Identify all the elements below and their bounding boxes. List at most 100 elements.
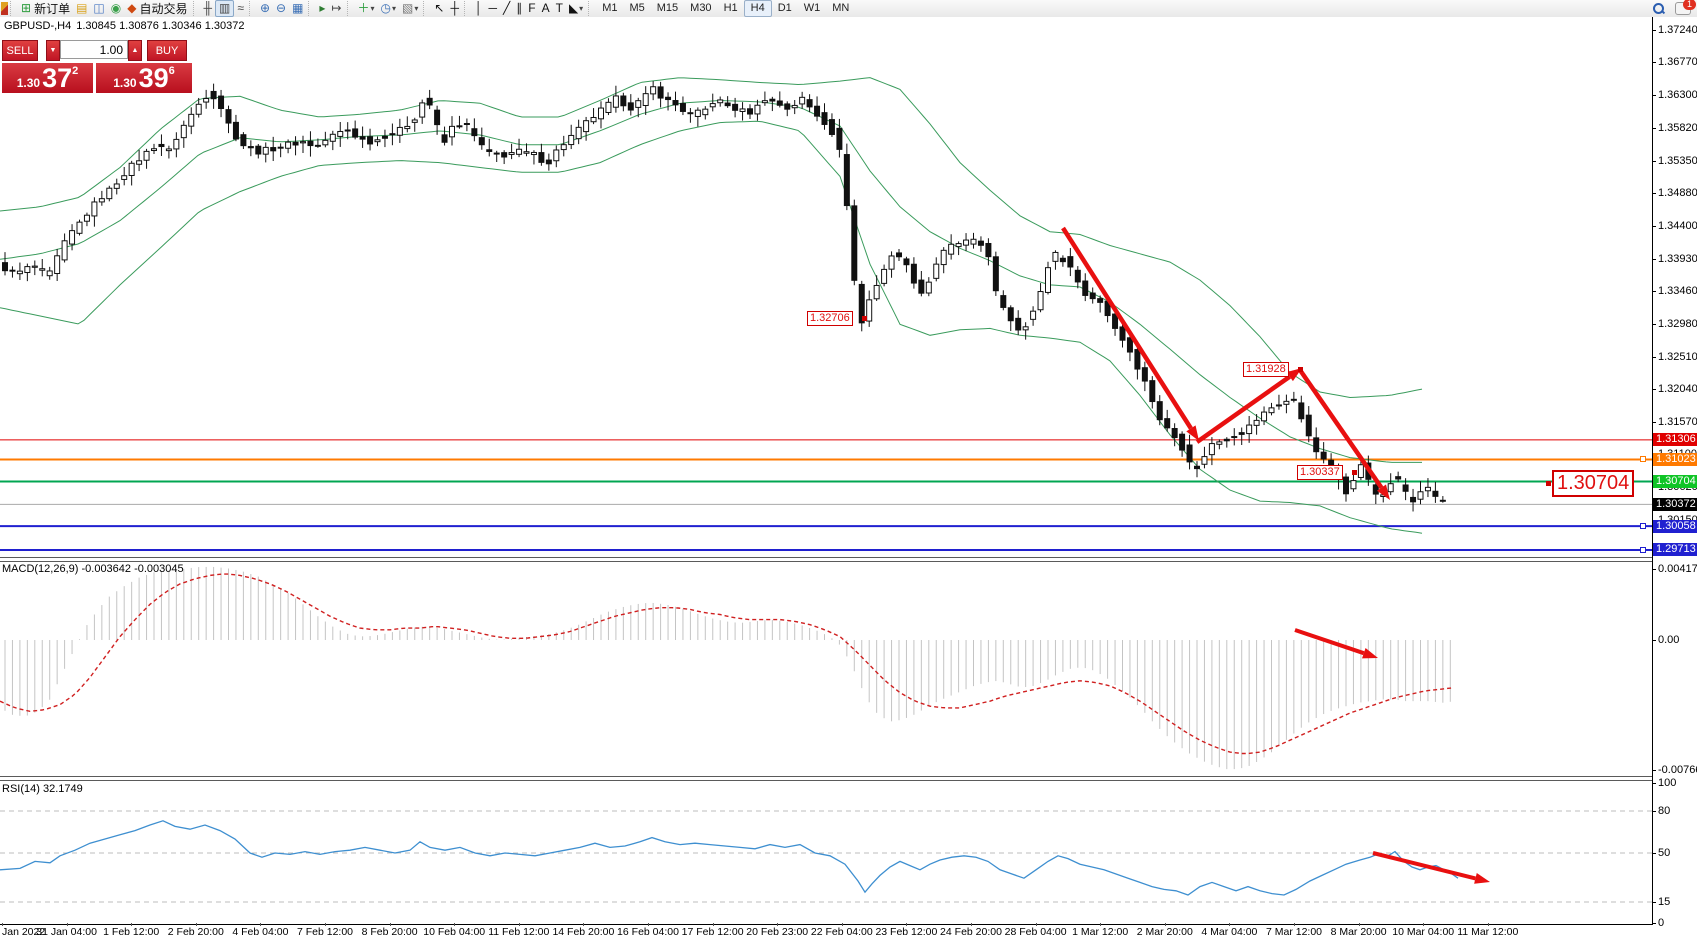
search-icon[interactable] — [1653, 3, 1665, 15]
timeframe-h4-button[interactable]: H4 — [744, 0, 772, 17]
axis-tick — [1653, 640, 1656, 641]
line-handle[interactable] — [1640, 456, 1646, 462]
data-window-button[interactable]: ◫ — [90, 1, 107, 16]
axis-tick-label: 1.36300 — [1658, 89, 1697, 101]
price-tag: 1.31023 — [1653, 453, 1697, 466]
navigator-button[interactable]: ◉ — [108, 1, 124, 16]
toolbar-separator — [588, 1, 594, 16]
timeframe-m15-button[interactable]: M15 — [651, 1, 684, 16]
candlestick-chart-icon: ▥ — [219, 1, 230, 16]
chevron-down-icon[interactable]: ▾ — [579, 4, 583, 13]
autotrade-button[interactable]: ◆自动交易 — [124, 1, 190, 16]
date-label: 8 Mar 20:00 — [1331, 926, 1387, 938]
timeframe-d1-button[interactable]: D1 — [772, 1, 798, 16]
chart-window[interactable]: GBPUSD-,H41.30845 1.30876 1.30346 1.3037… — [0, 17, 1697, 938]
date-tick — [454, 923, 455, 926]
new-order-button[interactable]: ⊞新订单 — [18, 1, 73, 16]
time-axis[interactable]: Jan 202231 Jan 04:001 Feb 12:002 Feb 20:… — [0, 925, 1652, 938]
axis-tick — [1653, 161, 1656, 162]
new-order-label: 新订单 — [34, 0, 70, 17]
chevron-down-icon[interactable]: ▾ — [414, 4, 418, 13]
date-tick — [971, 923, 972, 926]
timeframe-m30-button[interactable]: M30 — [684, 1, 717, 16]
date-tick — [1359, 923, 1360, 926]
axis-tick — [1653, 62, 1656, 63]
date-label: 7 Mar 12:00 — [1266, 926, 1322, 938]
auto-scroll-icon: ▸ — [319, 1, 325, 16]
templates-button[interactable]: ▧▾ — [399, 1, 421, 16]
cursor-button[interactable]: ↖ — [431, 1, 447, 16]
vertical-line-icon: │ — [475, 1, 483, 16]
chart-shift-icon: ↦ — [331, 1, 341, 16]
line-handle[interactable] — [1640, 547, 1646, 553]
timeframe-m5-button[interactable]: M5 — [623, 1, 650, 16]
text-label-button[interactable]: T — [553, 1, 566, 16]
notification-badge: 1 — [1683, 0, 1696, 10]
equidistant-channel-icon: ∥ — [516, 1, 522, 16]
periods-button[interactable]: ◷▾ — [378, 1, 400, 16]
line-chart-button[interactable]: ≈ — [234, 1, 247, 16]
auto-scroll-button[interactable]: ▸ — [316, 1, 328, 16]
callout-anchor — [1298, 367, 1303, 372]
crosshair-button[interactable]: ┼ — [447, 1, 462, 16]
date-tick — [713, 923, 714, 926]
macd-panel[interactable] — [0, 560, 1652, 776]
tile-windows-button[interactable]: ▦ — [289, 1, 306, 16]
shapes-button[interactable]: ◣▾ — [566, 1, 586, 16]
timeframe-h1-button[interactable]: H1 — [718, 1, 744, 16]
price-callout[interactable]: 1.31928 — [1243, 362, 1289, 377]
chart-window-icon — [1, 2, 8, 15]
chevron-down-icon[interactable]: ▾ — [392, 4, 396, 13]
price-callout[interactable]: 1.30704 — [1552, 470, 1634, 497]
date-label: 11 Feb 12:00 — [488, 926, 549, 938]
equidistant-channel-button[interactable]: ∥ — [513, 1, 525, 16]
price-axis[interactable]: 1.372401.367701.363001.358201.353501.348… — [1652, 17, 1697, 925]
toolbar-separator — [10, 1, 16, 16]
date-tick — [1100, 923, 1101, 926]
axis-tick — [1653, 291, 1656, 292]
market-watch-button[interactable]: ▤ — [73, 1, 90, 16]
axis-tick-label: 1.35820 — [1658, 122, 1697, 134]
indicators-button[interactable]: ＋▾ — [355, 1, 378, 16]
zoom-in-button[interactable]: ⊕ — [257, 1, 273, 16]
axis-tick — [1653, 811, 1656, 812]
vertical-line-button[interactable]: │ — [472, 1, 486, 16]
zoom-out-button[interactable]: ⊖ — [273, 1, 289, 16]
new-order-icon: ⊞ — [21, 1, 31, 16]
trendline-button[interactable]: ╱ — [500, 1, 513, 16]
text-button[interactable]: A — [539, 1, 553, 16]
bar-chart-button[interactable]: ╫ — [201, 1, 216, 16]
date-label: 2 Mar 20:00 — [1137, 926, 1193, 938]
timeframe-w1-button[interactable]: W1 — [798, 1, 827, 16]
rsi-panel[interactable] — [0, 779, 1652, 925]
chart-shift-button[interactable]: ↦ — [328, 1, 344, 16]
axis-tick — [1653, 783, 1656, 784]
axis-tick-label: 1.37240 — [1658, 24, 1697, 36]
timeframe-m1-button[interactable]: M1 — [596, 1, 623, 16]
chevron-down-icon[interactable]: ▾ — [371, 4, 375, 13]
timeframe-mn-button[interactable]: MN — [826, 1, 855, 16]
axis-tick — [1653, 902, 1656, 903]
tile-windows-icon: ▦ — [292, 1, 303, 16]
axis-tick-label: 0 — [1658, 917, 1664, 929]
trendline-icon: ╱ — [503, 1, 510, 16]
fibonacci-button[interactable]: F — [525, 1, 538, 16]
price-panel[interactable] — [0, 19, 1652, 557]
axis-tick — [1653, 357, 1656, 358]
axis-tick-label: 15 — [1658, 896, 1670, 908]
line-handle[interactable] — [1640, 523, 1646, 529]
axis-tick — [1653, 193, 1656, 194]
axis-tick — [1653, 770, 1656, 771]
price-tag: 1.30058 — [1653, 520, 1697, 533]
date-tick — [648, 923, 649, 926]
toolbar-separator — [347, 1, 353, 16]
date-label: 22 Feb 04:00 — [811, 926, 873, 938]
axis-tick — [1653, 30, 1656, 31]
chat-icon[interactable]: 1 — [1675, 2, 1691, 15]
candlestick-chart-button[interactable]: ▥ — [215, 0, 234, 17]
horizontal-line-button[interactable]: ─ — [485, 1, 500, 16]
date-tick — [842, 923, 843, 926]
price-callout[interactable]: 1.30337 — [1297, 465, 1343, 480]
price-callout[interactable]: 1.32706 — [807, 311, 853, 326]
date-label: 24 Feb 20:00 — [940, 926, 1002, 938]
